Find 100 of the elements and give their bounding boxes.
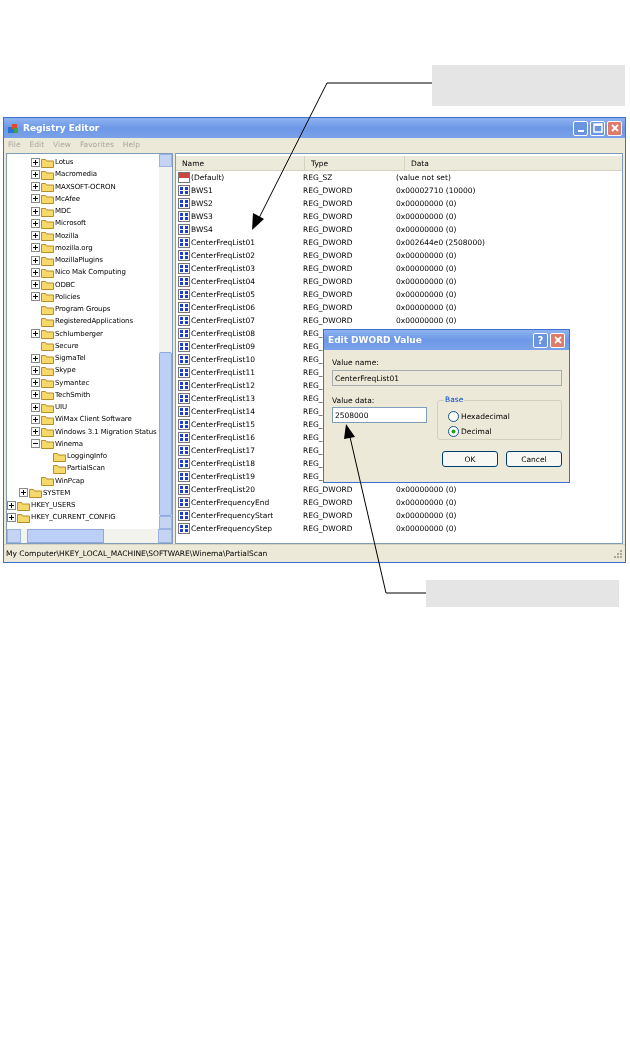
expand-icon[interactable] [31, 292, 40, 302]
close-button[interactable] [607, 120, 622, 136]
maximize-icon [592, 123, 603, 133]
folder-icon [41, 254, 54, 266]
folder-icon [41, 426, 54, 438]
binary-value-icon [178, 185, 190, 196]
maximize-button[interactable] [590, 120, 605, 136]
expand-icon[interactable] [31, 329, 40, 339]
binary-value-icon [178, 471, 190, 482]
folder-icon [41, 303, 54, 315]
minimize-icon [577, 130, 584, 132]
close-button[interactable] [550, 332, 565, 348]
string-value-icon [178, 172, 190, 183]
horizontal-scrollbar[interactable] [7, 529, 172, 543]
expand-icon[interactable] [31, 378, 40, 388]
expand-icon[interactable] [31, 365, 40, 375]
binary-value-icon [178, 393, 190, 404]
binary-value-icon [178, 237, 190, 248]
expand-icon[interactable] [31, 218, 40, 228]
binary-value-icon [178, 263, 190, 274]
expand-icon[interactable] [31, 390, 40, 400]
radio-button[interactable] [448, 411, 459, 422]
binary-value-icon [178, 484, 190, 495]
binary-value-icon [178, 315, 190, 326]
expand-icon[interactable] [31, 231, 40, 241]
scroll-thumb[interactable] [159, 352, 172, 516]
folder-icon [41, 279, 54, 291]
expand-icon[interactable] [31, 182, 40, 192]
expand-icon[interactable] [31, 206, 40, 216]
close-icon [552, 335, 563, 345]
expand-icon[interactable] [7, 512, 16, 522]
folder-icon [41, 377, 54, 389]
expand-icon[interactable] [31, 427, 40, 437]
folder-icon [29, 487, 42, 499]
folder-icon [41, 291, 54, 303]
radio-button[interactable] [448, 426, 459, 437]
folder-icon [41, 242, 54, 254]
expand-icon[interactable] [19, 488, 28, 498]
binary-value-icon [178, 458, 190, 469]
vertical-scrollbar[interactable] [159, 154, 172, 529]
binary-value-icon [178, 302, 190, 313]
folder-icon [41, 205, 54, 217]
binary-value-icon [178, 380, 190, 391]
binary-value-icon [178, 328, 190, 339]
folder-icon [41, 352, 54, 364]
resize-grip-icon [613, 548, 623, 559]
expand-icon[interactable] [7, 500, 16, 510]
binary-value-icon [178, 406, 190, 417]
folder-icon [41, 168, 54, 180]
scroll-thumb[interactable] [27, 529, 104, 543]
folder-icon [41, 340, 54, 352]
folder-icon [41, 328, 54, 340]
expand-icon[interactable] [31, 194, 40, 204]
expand-icon[interactable] [31, 402, 40, 412]
folder-icon [41, 230, 54, 242]
expand-icon[interactable] [31, 414, 40, 424]
folder-icon [53, 450, 66, 462]
binary-value-icon [178, 510, 190, 521]
binary-value-icon [178, 432, 190, 443]
binary-value-icon [178, 523, 190, 534]
folder-icon [41, 315, 54, 327]
expand-icon[interactable] [31, 255, 40, 265]
folder-icon [41, 413, 54, 425]
registry-icon [7, 122, 19, 134]
binary-value-icon [178, 198, 190, 209]
folder-icon [41, 217, 54, 229]
folder-icon [53, 462, 66, 474]
binary-value-icon [178, 211, 190, 222]
binary-value-icon [178, 497, 190, 508]
folder-icon [41, 266, 54, 278]
window-title: Registry Editor [23, 123, 101, 133]
expand-icon[interactable] [31, 169, 40, 179]
binary-value-icon [178, 445, 190, 456]
folder-icon [41, 401, 54, 413]
folder-icon [41, 156, 54, 168]
folder-icon [41, 193, 54, 205]
expand-icon[interactable] [31, 243, 40, 253]
minimize-button[interactable] [573, 120, 588, 136]
expand-icon[interactable] [31, 280, 40, 290]
binary-value-icon [178, 367, 190, 378]
binary-value-icon [178, 354, 190, 365]
binary-value-icon [178, 250, 190, 261]
folder-icon [41, 364, 54, 376]
binary-value-icon [178, 276, 190, 287]
collapse-icon[interactable] [31, 439, 40, 449]
folder-icon [41, 475, 54, 487]
close-icon [609, 123, 620, 133]
expand-icon[interactable] [31, 353, 40, 363]
dialog-title: Edit DWORD Value [328, 335, 422, 345]
folder-icon [41, 181, 54, 193]
expand-icon[interactable] [31, 267, 40, 277]
folder-icon [17, 499, 30, 511]
expand-icon[interactable] [31, 157, 40, 167]
binary-value-icon [178, 289, 190, 300]
folder-icon [17, 511, 30, 523]
folder-icon [41, 389, 54, 401]
binary-value-icon [178, 341, 190, 352]
binary-value-icon [178, 419, 190, 430]
folder-icon [41, 438, 54, 450]
binary-value-icon [178, 224, 190, 235]
